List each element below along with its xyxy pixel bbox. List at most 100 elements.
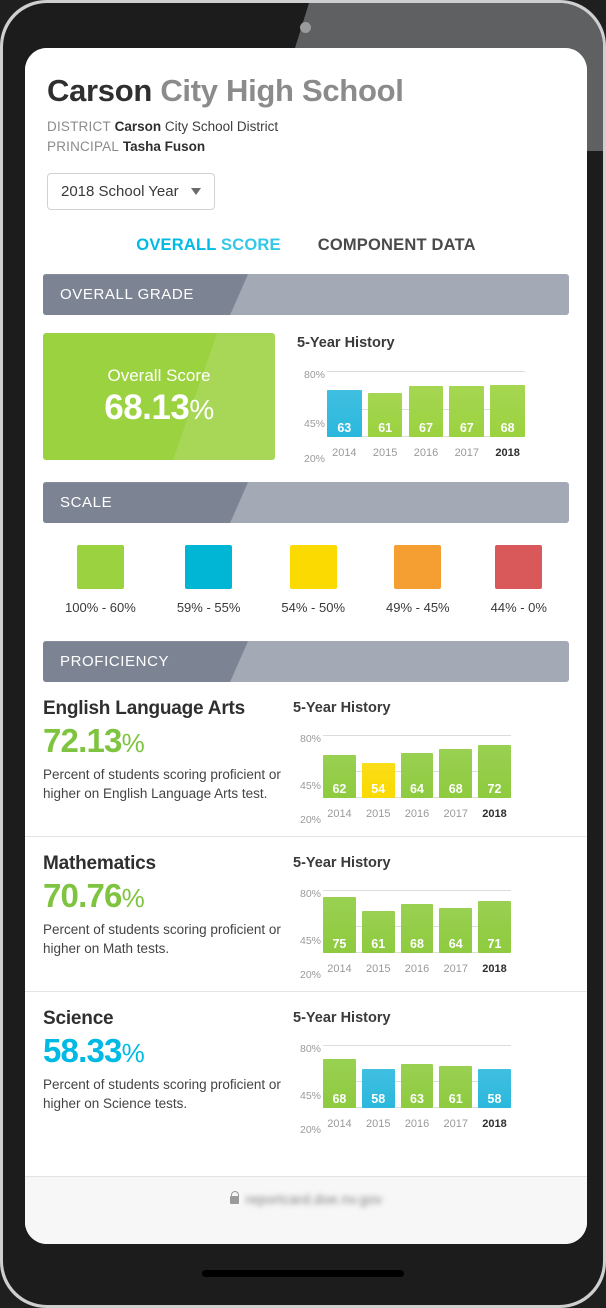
chart-bar-value: 64 [410,781,424,796]
section-title-overall-grade: OVERALL GRADE [60,286,194,304]
chart-y-tick-label: 45% [299,1090,321,1103]
chart-x-tick-label: 2014 [327,808,352,821]
chart-y-tick-label: 80% [303,368,325,381]
browser-url-bar[interactable]: reportcard.doe.nv.gov [25,1176,587,1244]
section-header-scale: SCALE [43,482,569,524]
report-card-page: Carson City High School DISTRICT Carson … [25,48,587,1244]
proficiency-number: 70.76 [43,877,122,915]
chart-y-tick-label: 45% [303,417,325,430]
chart-x-tick-label: 2017 [443,1118,468,1131]
camera-icon [300,22,311,33]
overall-history-chart: 80% 45% 20% 63 61 67 67 68 2014 2015 2016 2017 2018 [297,363,525,465]
section-header-proficiency: PROFICIENCY [43,641,569,683]
chart-x-tick-label: 2014 [332,447,357,460]
school-meta: DISTRICT Carson City School District PRI… [47,117,565,156]
chart-bar-value: 61 [371,936,386,951]
chart-bar: 72 [478,744,511,799]
chart-bar-column: 61 [439,1038,473,1109]
chart-y-tick-label: 45% [299,780,321,793]
chart-bar-column: 64 [439,883,473,954]
proficiency-percent-sign: % [121,883,145,914]
chart-bar-column: 68 [323,1038,356,1109]
scale-swatch [76,545,124,590]
chart-y-tick-label: 80% [299,1043,321,1056]
chart-bar-column: 68 [439,728,473,799]
chart-bar-column: 61 [367,363,403,438]
chart-bar-value: 68 [448,781,463,796]
proficiency-description: Percent of students scoring proficient o… [43,1077,281,1112]
chart-bar-column: 54 [361,728,395,799]
overall-chart-title: 5-Year History [297,335,395,352]
tab-overall-score-word1: OVERALL [136,236,217,255]
proficiency-info: English Language Arts 72.13% Percent of st… [43,698,293,803]
lock-icon [229,1190,240,1204]
chart-bar: 58 [361,1069,395,1109]
chart-x-tick-label: 2014 [327,963,352,976]
section-header-overall-grade: OVERALL GRADE [43,274,569,316]
overall-score-number: 68.13 [104,387,190,427]
chart-y-tick-label: 45% [299,935,321,948]
tab-component-data[interactable]: COMPONENT DATA [318,236,476,255]
chart-bar-column: 63 [327,363,362,438]
proficiency-subject-name: English Language Arts [43,698,246,720]
proficiency-row: English Language Arts 72.13% Percent of st… [25,682,587,836]
scale-range-label: 100% - 60% [65,600,136,616]
overall-score-value: 68.13% [104,388,214,428]
scale-swatch [495,545,543,590]
home-indicator [202,1270,404,1277]
page-header: Carson City High School DISTRICT Carson … [25,48,587,211]
proficiency-list: English Language Arts 72.13% Percent of st… [25,682,587,1146]
chart-bar-column: 67 [449,363,485,438]
chart-x-tick-label: 2015 [372,447,398,460]
scale-item: 49% - 45% [386,545,450,615]
chart-x-tick-label: 2014 [327,1118,352,1131]
chart-bar: 71 [478,900,511,954]
overall-score-card: Overall Score 68.13% [43,333,275,461]
chart-x-tick-label: 2018 [495,447,520,460]
proficiency-chart-title: 5-Year History [293,1010,391,1027]
chart-bar-value: 72 [487,781,502,796]
proficiency-number: 72.13 [43,722,122,760]
chart-bar: 75 [323,896,356,954]
tab-overall-score[interactable]: OVERALL SCORE [136,236,280,255]
principal-label: PRINCIPAL [47,138,120,154]
chart-bar-value: 67 [419,420,433,435]
proficiency-info: Science 58.33% Percent of students scoring… [43,1008,293,1113]
school-year-dropdown[interactable]: 2018 School Year [47,173,215,211]
chart-bar-value: 68 [500,420,515,435]
chart-x-tick-label: 2016 [413,447,439,460]
proficiency-row: Mathematics 70.76% Percent of students sco… [25,836,587,991]
chart-bar: 61 [439,1066,473,1109]
chart-bar: 68 [400,903,434,954]
chart-bar-value: 71 [487,936,502,951]
chart-bar: 64 [439,907,473,954]
chart-x-tick-label: 2015 [365,963,391,976]
chart-bar-value: 64 [448,936,463,951]
chart-bar: 61 [367,392,403,438]
page-title-strong: Carson [47,73,153,108]
chart-bar-column: 71 [478,883,511,954]
principal-value: Tasha Fuson [122,138,206,154]
proficiency-chart-block: 5-Year History 80% 45% 20% 62 54 64 68 72 2014 201… [293,698,569,826]
chart-bar-column: 61 [361,883,395,954]
scale-item: 44% - 0% [491,545,547,615]
proficiency-percent-sign: % [121,1038,145,1069]
proficiency-percent-sign: % [121,728,145,759]
chart-x-tick-label: 2017 [443,963,468,976]
chart-y-tick-label: 20% [299,1124,321,1137]
chart-bar-column: 62 [323,728,356,799]
chart-bar-column: 68 [490,363,525,438]
page-title: Carson City High School [47,73,565,108]
scale-range-label: 44% - 0% [490,600,547,616]
scale-item: 59% - 55% [177,545,240,615]
district-line: DISTRICT Carson City School District [47,117,565,137]
chart-bar: 67 [408,386,444,438]
chart-y-tick-label: 20% [299,814,321,827]
url-text: reportcard.doe.nv.gov [245,1192,383,1207]
chart-y-tick-label: 20% [303,453,325,466]
chart-x-labels: 2014 2015 2016 2017 2018 [323,1118,511,1130]
school-year-value: 2018 School Year [61,183,179,201]
chart-x-tick-label: 2015 [365,808,391,821]
chart-bar: 67 [449,386,485,438]
device-bezel: Carson City High School DISTRICT Carson … [3,3,603,1305]
